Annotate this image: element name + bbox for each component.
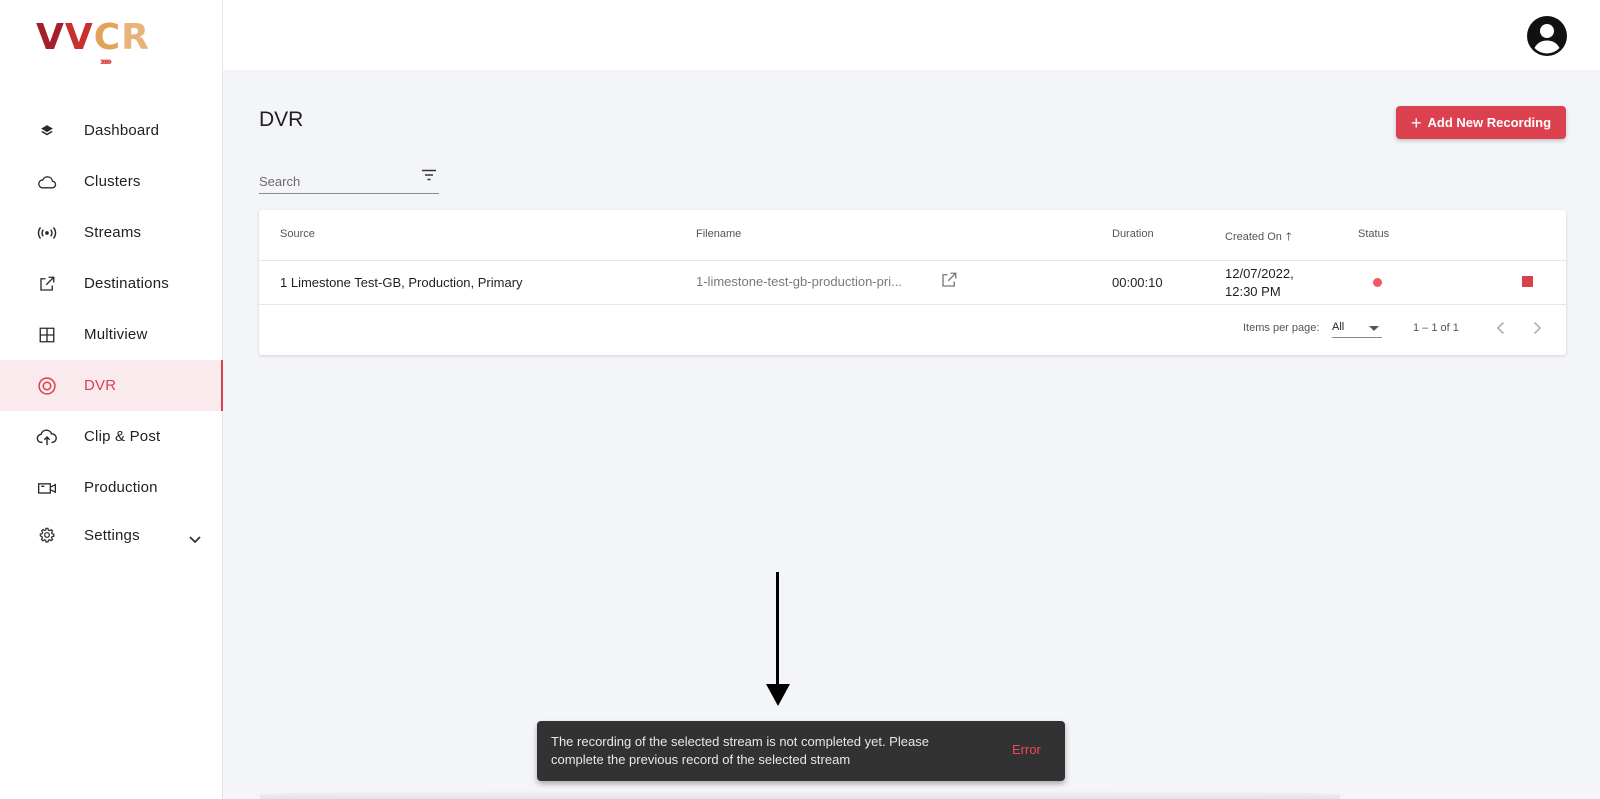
gear-icon xyxy=(36,524,58,546)
header-divider xyxy=(259,260,1566,261)
sidebar-item-label: DVR xyxy=(84,377,117,394)
snackbar-action-error[interactable]: Error xyxy=(1012,742,1041,757)
cell-duration: 00:00:10 xyxy=(1112,275,1163,290)
open-external-icon xyxy=(36,273,58,295)
status-recording-dot xyxy=(1373,278,1382,287)
top-bar xyxy=(223,0,1600,70)
items-per-page-value: All xyxy=(1332,321,1345,333)
stop-recording-button[interactable] xyxy=(1522,276,1533,287)
cloud-icon xyxy=(36,171,58,193)
logo-letter: V xyxy=(64,17,94,58)
sidebar-item-label: Multiview xyxy=(84,326,148,343)
annotation-arrow-shaft xyxy=(776,572,779,688)
video-camera-icon xyxy=(36,477,58,499)
next-page-button[interactable] xyxy=(1527,318,1547,338)
cell-created-on: 12/07/2022, 12:30 PM xyxy=(1225,265,1294,301)
sidebar-item-label: Production xyxy=(84,479,158,496)
cell-source: 1 Limestone Test-GB, Production, Primary xyxy=(280,275,523,290)
grid-icon xyxy=(36,324,58,346)
column-header-source[interactable]: Source xyxy=(280,228,315,240)
open-file-icon[interactable] xyxy=(940,271,958,289)
sidebar-item-label: Destinations xyxy=(84,275,169,292)
column-header-created-on[interactable]: Created On 🡑 xyxy=(1225,228,1292,247)
logo-text: VVCR xyxy=(36,17,149,58)
layers-icon xyxy=(36,120,58,142)
sidebar-item-streams[interactable]: Streams xyxy=(0,207,223,258)
search-input[interactable] xyxy=(259,172,409,190)
logo-letter: C xyxy=(93,17,122,58)
sidebar-item-settings[interactable]: Settings xyxy=(0,513,223,557)
snackbar-message: The recording of the selected stream is … xyxy=(551,734,929,767)
previous-page-button[interactable] xyxy=(1491,318,1511,338)
sidebar-item-production[interactable]: Production xyxy=(0,462,223,513)
column-header-status[interactable]: Status xyxy=(1358,228,1389,240)
column-header-created-on-label: Created On xyxy=(1225,231,1282,243)
items-per-page-select[interactable]: All xyxy=(1332,318,1382,338)
search-field xyxy=(259,164,439,194)
page-title: DVR xyxy=(259,108,304,131)
logo-letter: R xyxy=(121,17,150,58)
record-icon xyxy=(36,375,58,397)
sidebar-item-label: Clusters xyxy=(84,173,141,190)
account-circle-icon[interactable] xyxy=(1526,15,1568,57)
sort-ascending-icon: 🡑 xyxy=(1285,231,1292,243)
cell-created-time: 12:30 PM xyxy=(1225,284,1281,299)
recordings-table: Source Filename Duration Created On 🡑 Sta… xyxy=(259,210,1566,355)
plus-icon: + xyxy=(1410,112,1422,133)
sidebar-item-clusters[interactable]: Clusters xyxy=(0,156,223,207)
filter-icon[interactable] xyxy=(421,168,437,182)
dropdown-caret-icon xyxy=(1369,326,1379,331)
sidebar-nav: Dashboard Clusters Streams Destinations … xyxy=(0,105,223,557)
items-per-page-label: Items per page: xyxy=(1243,322,1320,334)
sidebar-item-clip-and-post[interactable]: Clip & Post xyxy=(0,411,223,462)
cell-filename: 1-limestone-test-gb-production-pri... xyxy=(696,274,902,289)
sidebar-item-label: Settings xyxy=(84,526,140,544)
vvcr-logo[interactable]: VVCR ›››››› xyxy=(36,17,149,69)
add-new-recording-button[interactable]: + Add New Recording xyxy=(1396,106,1566,139)
error-snackbar: The recording of the selected stream is … xyxy=(537,721,1065,781)
logo-letter: V xyxy=(36,17,65,58)
row-divider xyxy=(259,304,1566,305)
broadcast-icon xyxy=(36,222,58,244)
annotation-arrow-head xyxy=(766,684,790,706)
cell-created-date: 12/07/2022, xyxy=(1225,266,1294,281)
chevron-down-icon[interactable] xyxy=(189,531,201,549)
sidebar-item-label: Dashboard xyxy=(84,122,160,139)
sidebar-item-dvr[interactable]: DVR xyxy=(0,360,223,411)
cloud-upload-icon xyxy=(36,426,58,448)
pagination-range: 1 – 1 of 1 xyxy=(1413,322,1459,334)
sidebar-item-multiview[interactable]: Multiview xyxy=(0,309,223,360)
sidebar: VVCR ›››››› Dashboard Clusters Streams D… xyxy=(0,0,223,799)
column-header-filename[interactable]: Filename xyxy=(696,228,741,240)
bottom-shadow xyxy=(260,790,1340,799)
add-new-recording-label: Add New Recording xyxy=(1427,115,1552,130)
column-header-duration[interactable]: Duration xyxy=(1112,228,1154,240)
sidebar-item-destinations[interactable]: Destinations xyxy=(0,258,223,309)
logo-arrows: ›››››› xyxy=(100,56,112,68)
sidebar-item-label: Streams xyxy=(84,224,142,241)
sidebar-item-dashboard[interactable]: Dashboard xyxy=(0,105,223,156)
sidebar-item-label: Clip & Post xyxy=(84,428,161,445)
